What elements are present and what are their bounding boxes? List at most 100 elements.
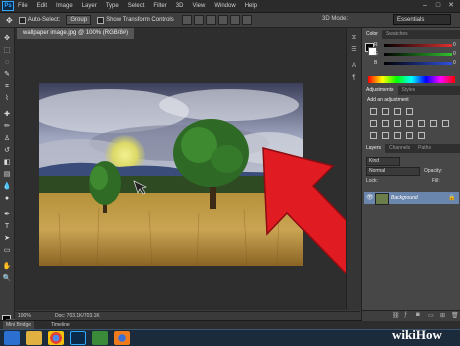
hue-saturation-icon[interactable]	[382, 120, 389, 127]
eye-icon[interactable]: 👁	[366, 194, 374, 202]
tab-adjustments[interactable]: Adjustments	[362, 86, 398, 95]
photoshop-taskbar-icon[interactable]	[70, 331, 86, 345]
blur-tool-icon[interactable]: 💧	[2, 182, 12, 192]
menu-image[interactable]: Image	[56, 3, 73, 9]
tab-layers[interactable]: Layers	[362, 144, 386, 153]
align-right-button[interactable]	[241, 15, 252, 25]
move-tool-icon[interactable]: ✥	[6, 16, 13, 25]
file-explorer-icon[interactable]	[26, 331, 42, 345]
tab-timeline[interactable]: Timeline	[48, 321, 73, 329]
auto-select-dropdown[interactable]: Group	[66, 15, 92, 25]
minimize-button[interactable]: –	[420, 1, 430, 10]
firefox-icon[interactable]	[114, 331, 130, 345]
document-tab[interactable]: wallpaper image.jpg @ 100% (RGB/8#)	[17, 28, 135, 39]
color-lookup-icon[interactable]	[442, 120, 449, 127]
slider-b-value[interactable]: 0	[453, 60, 456, 66]
internet-explorer-icon[interactable]	[4, 331, 20, 345]
layer-name[interactable]: Background	[391, 194, 418, 202]
menu-window[interactable]: Window	[214, 3, 235, 9]
app-grid-icon[interactable]	[92, 331, 108, 345]
brightness-contrast-icon[interactable]	[370, 108, 377, 115]
character-panel-icon[interactable]: A	[350, 62, 358, 70]
path-select-tool-icon[interactable]: ➤	[2, 234, 12, 244]
lasso-tool-icon[interactable]: ◌	[2, 58, 12, 68]
tab-paths[interactable]: Paths	[414, 144, 435, 153]
align-bottom-button[interactable]	[205, 15, 216, 25]
threshold-icon[interactable]	[394, 132, 401, 139]
trash-icon[interactable]: 🗑	[451, 312, 459, 319]
black-white-icon[interactable]	[406, 120, 413, 127]
align-center-button[interactable]	[229, 15, 240, 25]
type-tool-icon[interactable]: T	[2, 222, 12, 232]
exposure-icon[interactable]	[406, 108, 413, 115]
tab-mini-bridge[interactable]: Mini Bridge	[3, 321, 35, 329]
align-middle-button[interactable]	[193, 15, 204, 25]
history-brush-tool-icon[interactable]: ↺	[2, 146, 12, 156]
curves-icon[interactable]	[394, 108, 401, 115]
history-panel-icon[interactable]: ⧖	[350, 34, 358, 42]
selective-color-icon[interactable]	[418, 132, 425, 139]
workspace-switcher[interactable]: Essentials	[393, 14, 451, 25]
marquee-tool-icon[interactable]: ⬚	[2, 46, 12, 56]
eyedropper-tool-icon[interactable]: ⌇	[2, 94, 12, 104]
zoom-tool-icon[interactable]: 🔍	[2, 274, 12, 284]
posterize-icon[interactable]	[382, 132, 389, 139]
color-spectrum-bar[interactable]	[368, 76, 455, 83]
new-layer-icon[interactable]: ⊞	[440, 312, 445, 319]
vibrance-icon[interactable]	[370, 120, 377, 127]
menu-select[interactable]: Select	[128, 3, 145, 9]
hand-tool-icon[interactable]: ✋	[2, 262, 12, 272]
gradient-tool-icon[interactable]: ▤	[2, 170, 12, 180]
move-tool-icon[interactable]: ✥	[2, 34, 12, 44]
maximize-button[interactable]: □	[433, 1, 443, 10]
menu-view[interactable]: View	[192, 3, 205, 9]
channel-mixer-icon[interactable]	[430, 120, 437, 127]
properties-panel-icon[interactable]: ☰	[350, 46, 358, 54]
menu-help[interactable]: Help	[245, 3, 257, 9]
levels-icon[interactable]	[382, 108, 389, 115]
photo-filter-icon[interactable]	[418, 120, 425, 127]
gradient-map-icon[interactable]	[406, 132, 413, 139]
shape-tool-icon[interactable]: ▭	[2, 246, 12, 256]
color-balance-icon[interactable]	[394, 120, 401, 127]
slider-g-value[interactable]: 0	[453, 51, 456, 57]
menu-filter[interactable]: Filter	[153, 3, 166, 9]
tab-color[interactable]: Color	[362, 30, 382, 39]
close-button[interactable]: ✕	[446, 1, 456, 10]
menu-3d[interactable]: 3D	[176, 3, 184, 9]
eraser-tool-icon[interactable]: ◧	[2, 158, 12, 168]
layer-filter-kind[interactable]: Kind	[366, 157, 400, 166]
pen-tool-icon[interactable]: ✒	[2, 210, 12, 220]
tab-swatches[interactable]: Swatches	[382, 30, 412, 39]
healing-brush-tool-icon[interactable]: ✚	[2, 110, 12, 120]
menu-file[interactable]: File	[18, 3, 28, 9]
auto-select-checkbox[interactable]	[18, 16, 26, 24]
slider-b[interactable]	[384, 62, 452, 65]
tab-channels[interactable]: Channels	[385, 144, 414, 153]
crop-tool-icon[interactable]: ⌗	[2, 82, 12, 92]
slider-r-value[interactable]: 0	[453, 42, 456, 48]
slider-g[interactable]	[384, 53, 452, 56]
fx-icon[interactable]: ƒ	[404, 312, 407, 318]
align-left-button[interactable]	[217, 15, 228, 25]
link-layers-icon[interactable]: ⛓	[392, 312, 400, 319]
chrome-icon[interactable]	[48, 331, 64, 345]
menu-layer[interactable]: Layer	[82, 3, 97, 9]
brush-tool-icon[interactable]: ✏	[2, 122, 12, 132]
new-group-icon[interactable]: ▭	[428, 312, 434, 319]
mask-icon[interactable]: ◙	[416, 312, 420, 318]
blend-mode-dropdown[interactable]: Normal	[366, 167, 420, 176]
paragraph-panel-icon[interactable]: ¶	[350, 74, 358, 82]
slider-r[interactable]	[384, 44, 452, 47]
quick-select-tool-icon[interactable]: ✎	[2, 70, 12, 80]
zoom-level[interactable]: 100%	[18, 312, 31, 320]
align-top-button[interactable]	[181, 15, 192, 25]
clone-stamp-tool-icon[interactable]: ♙	[2, 134, 12, 144]
menu-edit[interactable]: Edit	[37, 3, 47, 9]
invert-icon[interactable]	[370, 132, 377, 139]
show-transform-checkbox[interactable]	[97, 16, 105, 24]
menu-type[interactable]: Type	[106, 3, 119, 9]
layer-row-background[interactable]: 👁 Background 🔒	[364, 192, 459, 205]
dodge-tool-icon[interactable]: ●	[2, 194, 12, 204]
tab-styles[interactable]: Styles	[398, 86, 420, 95]
